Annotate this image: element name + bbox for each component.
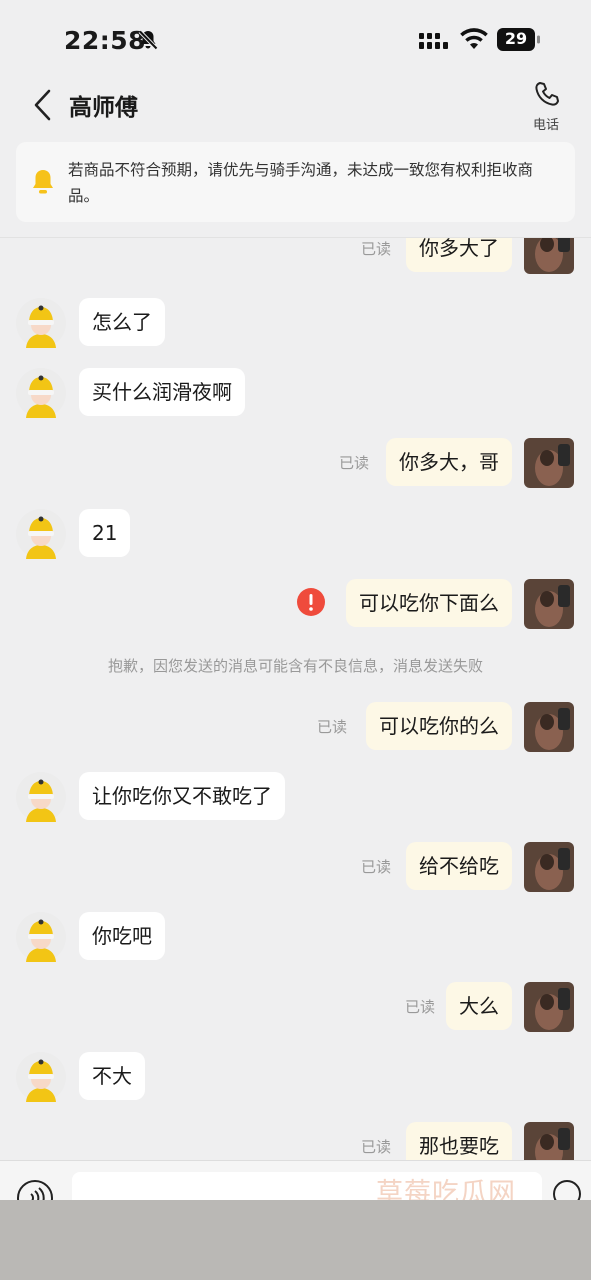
chevron-left-icon[interactable] (32, 88, 54, 122)
phone-icon[interactable] (533, 80, 561, 108)
voice-icon[interactable] (16, 1179, 54, 1200)
message-bubble[interactable]: 可以吃你的么 (366, 702, 512, 750)
message-incoming: 21 (0, 509, 591, 561)
read-status: 已读 (404, 998, 435, 1016)
message-incoming: 让你吃你又不敢吃了 (0, 772, 591, 824)
rider-avatar[interactable] (16, 298, 66, 348)
message-outgoing: 已读 大么 (0, 982, 591, 1034)
message-incoming: 买什么润滑夜啊 (0, 368, 591, 420)
read-status: 已读 (360, 1138, 391, 1156)
status-bar: 22:58 29 (0, 0, 591, 78)
rider-avatar[interactable] (16, 509, 66, 559)
read-status: 已读 (338, 454, 369, 472)
rider-avatar[interactable] (16, 772, 66, 822)
message-outgoing: 已读 给不给吃 (0, 842, 591, 894)
message-bubble[interactable]: 让你吃你又不敢吃了 (79, 772, 285, 820)
rider-avatar[interactable] (16, 368, 66, 418)
rider-avatar[interactable] (16, 1052, 66, 1102)
message-bubble[interactable]: 不大 (79, 1052, 145, 1100)
message-bubble[interactable]: 你多大，哥 (386, 438, 512, 486)
read-status: 已读 (316, 718, 347, 736)
message-incoming: 你吃吧 (0, 912, 591, 964)
user-avatar[interactable] (524, 579, 574, 629)
status-time: 22:58 (64, 26, 147, 55)
user-avatar[interactable] (524, 1122, 574, 1160)
phone-label[interactable]: 电话 (520, 114, 572, 133)
message-bubble[interactable]: 21 (79, 509, 131, 557)
user-avatar[interactable] (524, 982, 574, 1032)
message-outgoing: 已读 那也要吃 (0, 1122, 591, 1160)
bell-off-icon (138, 30, 158, 50)
message-outgoing: 已读 可以吃你的么 (0, 702, 591, 754)
message-bubble[interactable]: 可以吃你下面么 (346, 579, 512, 627)
read-status: 已读 (360, 240, 391, 258)
call-button[interactable]: 电话 (520, 78, 572, 134)
message-bubble[interactable]: 买什么润滑夜啊 (79, 368, 245, 416)
message-incoming: 不大 (0, 1052, 591, 1104)
exclamation-icon[interactable] (297, 588, 325, 616)
notice-text: 若商品不符合预期，请优先与骑手沟通，未达成一致您有权利拒收商品。 (68, 161, 534, 205)
chat-header: 高师傅 电话 (0, 78, 591, 138)
message-incoming: 怎么了 (0, 298, 591, 350)
user-avatar[interactable] (524, 237, 574, 274)
message-bubble[interactable]: 你多大了 (406, 238, 512, 272)
message-list[interactable]: 已读 你多大了 怎么了 买什么润滑夜啊 已读 你多大，哥 21 可以吃你下面么 … (0, 237, 591, 1160)
battery-level: 29 (504, 29, 528, 48)
contact-name: 高师傅 (69, 95, 138, 121)
message-bubble[interactable]: 给不给吃 (406, 842, 512, 890)
user-avatar[interactable] (524, 438, 574, 488)
rider-avatar[interactable] (16, 912, 66, 962)
message-bubble[interactable]: 你吃吧 (79, 912, 165, 960)
cell-signal-icon (419, 33, 448, 49)
input-bar: 草莓吃瓜网 (0, 1160, 591, 1200)
message-outgoing: 已读 你多大了 (0, 237, 591, 276)
message-bubble[interactable]: 大么 (446, 982, 512, 1030)
message-bubble[interactable]: 那也要吃 (406, 1122, 512, 1160)
system-tip: 抱歉，因您发送的消息可能含有不良信息，消息发送失败 (107, 657, 483, 675)
bell-icon (33, 170, 53, 194)
user-avatar[interactable] (524, 842, 574, 892)
emoji-icon[interactable] (552, 1179, 582, 1200)
user-avatar[interactable] (524, 702, 574, 752)
read-status: 已读 (360, 858, 391, 876)
message-outgoing-failed: 可以吃你下面么 (0, 579, 591, 631)
notice-banner: 若商品不符合预期，请优先与骑手沟通，未达成一致您有权利拒收商品。 (16, 142, 575, 222)
watermark: 草莓吃瓜网 (376, 1178, 516, 1200)
message-outgoing: 已读 你多大，哥 (0, 438, 591, 490)
wifi-icon (460, 28, 488, 49)
bottom-overlay (0, 1200, 591, 1280)
message-bubble[interactable]: 怎么了 (79, 298, 165, 346)
